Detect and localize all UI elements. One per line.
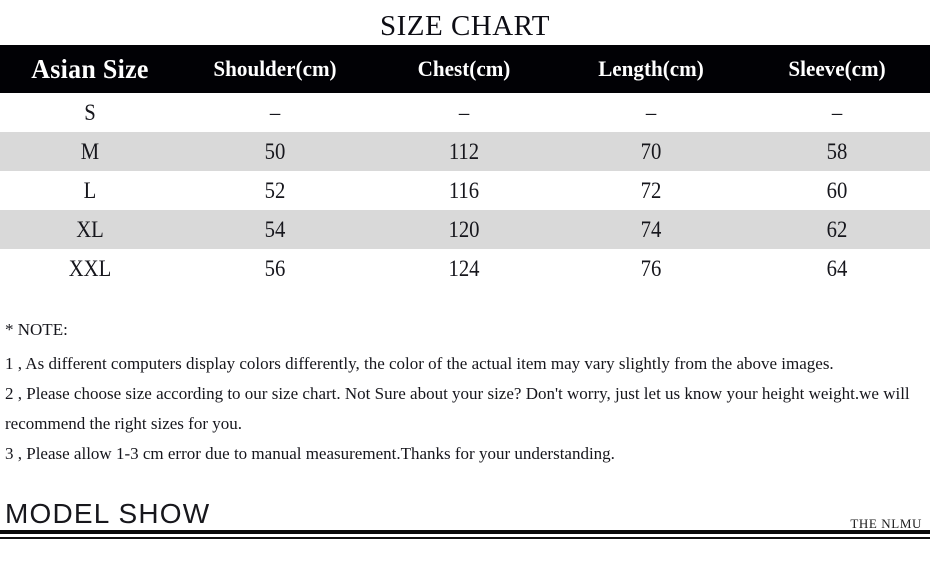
cell-size: L (83, 177, 97, 203)
divider-thin (0, 537, 930, 539)
cell-shoulder: – (269, 99, 281, 125)
footer-section: MODEL SHOW THE NLMU (0, 497, 930, 564)
cell-shoulder: 56 (264, 255, 286, 281)
cell-length: 72 (640, 177, 662, 203)
column-header-shoulder: Shoulder(cm) (213, 56, 337, 81)
note-line-3: 3 , Please allow 1-3 cm error due to man… (5, 444, 615, 463)
size-chart-table: Asian Size Shoulder(cm) Chest(cm) Length… (0, 45, 930, 288)
cell-shoulder: 52 (264, 177, 286, 203)
table-body: S – – – – M 50 112 70 58 L 52 116 72 60 … (0, 93, 930, 288)
cell-size: XXL (68, 255, 112, 281)
cell-length: 74 (640, 216, 662, 242)
cell-sleeve: – (831, 99, 843, 125)
table-row: XXL 56 124 76 64 (0, 249, 930, 288)
cell-shoulder: 54 (264, 216, 286, 242)
cell-sleeve: 60 (826, 177, 848, 203)
cell-size: XL (76, 216, 104, 242)
cell-shoulder: 50 (264, 138, 286, 164)
column-header-sleeve: Sleeve(cm) (788, 56, 886, 81)
cell-size: M (80, 138, 100, 164)
column-header-size: Asian Size (31, 53, 149, 84)
cell-sleeve: 64 (826, 255, 848, 281)
cell-chest: 112 (448, 138, 480, 164)
note-line-1: 1 , As different computers display color… (5, 354, 834, 373)
notes-section: * NOTE: 1 , As different computers displ… (0, 288, 930, 469)
table-row: XL 54 120 74 62 (0, 210, 930, 249)
cell-chest: 116 (448, 177, 480, 203)
size-chart-title: SIZE CHART (379, 10, 550, 42)
column-header-length: Length(cm) (598, 56, 704, 81)
cell-length: – (645, 99, 657, 125)
note-line-2-continued: recommend the right sizes for you. (5, 414, 242, 433)
column-header-chest: Chest(cm) (417, 56, 511, 81)
cell-sleeve: 62 (826, 216, 848, 242)
notes-heading: * NOTE: (5, 320, 68, 339)
cell-chest: 120 (448, 216, 480, 242)
cell-length: 70 (640, 138, 662, 164)
cell-chest: 124 (448, 255, 480, 281)
note-line-2: 2 , Please choose size according to our … (5, 384, 910, 403)
cell-sleeve: 58 (826, 138, 848, 164)
model-show-label: MODEL SHOW (5, 498, 211, 529)
table-row: S – – – – (0, 93, 930, 132)
table-row: M 50 112 70 58 (0, 132, 930, 171)
table-row: L 52 116 72 60 (0, 171, 930, 210)
cell-length: 76 (640, 255, 662, 281)
cell-chest: – (458, 99, 470, 125)
table-header: Asian Size Shoulder(cm) Chest(cm) Length… (0, 45, 930, 93)
divider-thick (0, 530, 930, 534)
cell-size: S (84, 99, 96, 125)
table-header-row: Asian Size Shoulder(cm) Chest(cm) Length… (0, 45, 930, 93)
